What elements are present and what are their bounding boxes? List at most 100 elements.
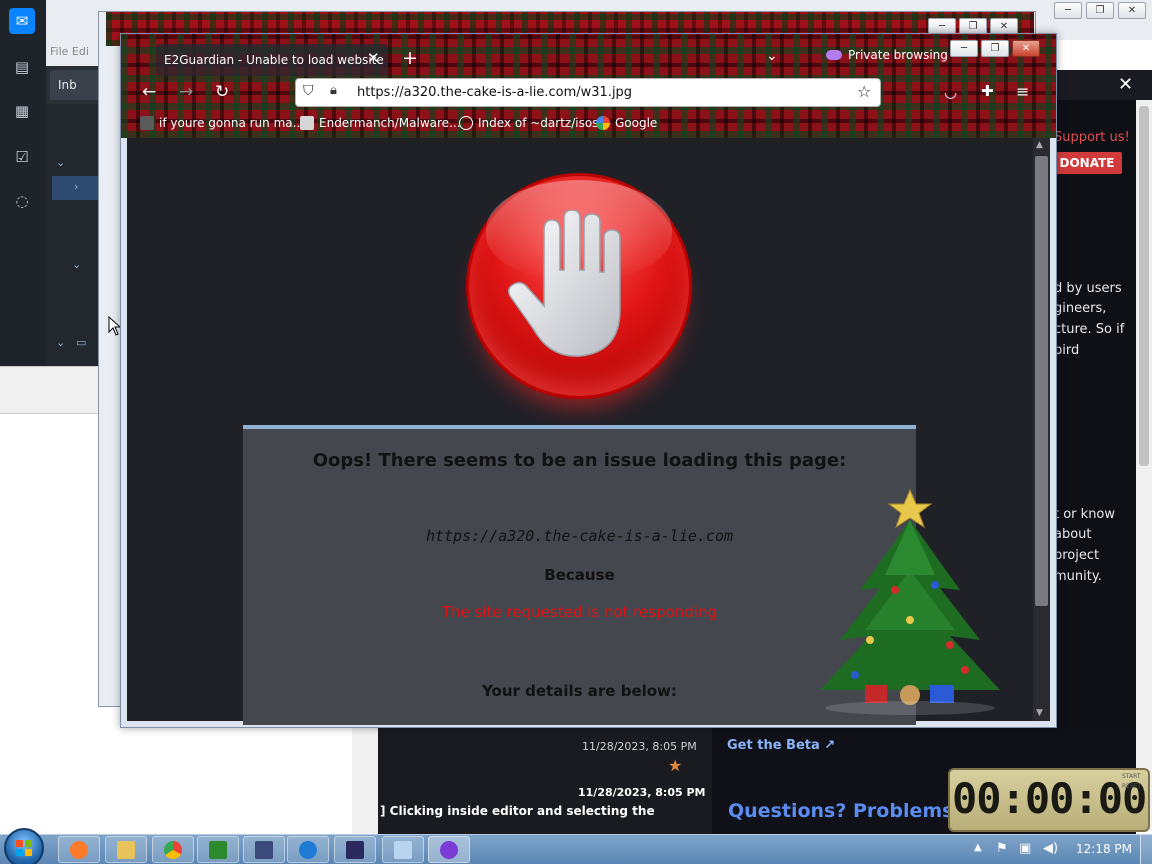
tasks-icon[interactable]: ☑ — [9, 144, 35, 170]
minimize-button[interactable]: ─ — [950, 40, 978, 57]
taskbar-terminal[interactable] — [243, 836, 285, 863]
bg-text-line: about — [1054, 527, 1092, 542]
get-beta-label: Get the Beta — [727, 738, 820, 753]
background-menubar[interactable]: File Edi — [46, 40, 106, 66]
bookmark-item[interactable]: Index of ~dartz/isos — [459, 116, 598, 130]
chat-icon[interactable]: ◌ — [9, 188, 35, 214]
bg-text-line: d by users — [1054, 281, 1122, 296]
reload-button[interactable]: ↻ — [215, 82, 229, 102]
donate-button[interactable]: DONATE — [1052, 152, 1122, 174]
stopwatch-reset-button[interactable]: RESET — [1122, 782, 1146, 792]
bookmark-item[interactable]: Endermanch/Malware... — [300, 116, 461, 130]
questions-heading: Questions? Problems — [728, 800, 954, 822]
folder-pane — [46, 104, 106, 366]
close-button[interactable]: ✕ — [1118, 2, 1146, 19]
chevron-down-icon[interactable]: ⌄ — [56, 156, 65, 169]
mouse-pointer-icon — [108, 316, 120, 336]
browser-window-controls: ─ ❐ ✕ — [950, 40, 1040, 57]
stopwatch-start-button[interactable]: START — [1122, 772, 1146, 782]
taskbar-notepad[interactable] — [382, 836, 424, 863]
bookmark-label: Index of ~dartz/isos — [478, 116, 599, 130]
calendar-icon[interactable]: ▦ — [9, 98, 35, 124]
bg-text-line: project — [1054, 548, 1100, 563]
taskbar-thunderbird[interactable] — [287, 836, 329, 863]
new-tab-button[interactable]: + — [402, 47, 418, 69]
maximize-button[interactable]: ❐ — [981, 40, 1009, 57]
bg-text-line: cture. So if — [1054, 322, 1125, 337]
list-item-title[interactable]: ] Clicking inside editor and selecting t… — [380, 804, 680, 818]
taskbar-chrome[interactable] — [152, 836, 194, 863]
bg-text-line: bird — [1054, 343, 1080, 358]
private-browsing-icon — [440, 840, 458, 859]
terminal-icon — [255, 840, 273, 859]
christmas-tree-image — [820, 488, 1000, 715]
mail-icon[interactable]: ✉ — [9, 8, 35, 34]
menu-icon[interactable]: ≡ — [1016, 82, 1029, 101]
repo-icon — [300, 116, 314, 130]
lock-icon[interactable]: 🔒︎ — [330, 83, 337, 98]
star-icon[interactable]: ★ — [668, 756, 682, 775]
bg-text-line: gineers, — [1054, 301, 1107, 316]
chevron-down-icon[interactable]: ⌄ — [766, 48, 778, 64]
bookmark-item[interactable]: Google — [596, 116, 657, 130]
network-icon[interactable]: ▣ — [1019, 841, 1031, 856]
list-item-date: 11/28/2023, 8:05 PM — [582, 740, 697, 753]
taskbar-firefox[interactable] — [58, 836, 100, 863]
background-scrollbar-thumb[interactable] — [1139, 106, 1149, 466]
private-browsing-indicator: Private browsing — [826, 46, 948, 64]
close-icon[interactable]: ✕ — [1118, 74, 1133, 95]
bookmark-item[interactable]: if youre gonna run ma... — [140, 116, 304, 130]
stop-hand-icon — [507, 210, 621, 357]
scroll-up-icon[interactable]: ▲ — [1036, 140, 1043, 150]
spaces-toolbar: ✉ ▤ ▦ ☑ ◌ — [0, 0, 46, 366]
close-button[interactable]: ✕ — [1012, 40, 1040, 57]
minimize-button[interactable]: ─ — [1054, 2, 1082, 19]
firefox-icon — [70, 840, 88, 859]
scroll-down-icon[interactable]: ▼ — [1036, 708, 1043, 718]
app-icon — [346, 840, 364, 859]
thunderbird-icon — [299, 840, 317, 859]
chevron-down-icon[interactable]: ⌄ — [72, 258, 81, 271]
close-tab-icon[interactable]: ✕ — [367, 49, 380, 67]
notepad-icon — [394, 840, 412, 859]
extensions-icon[interactable]: ✚ — [981, 82, 994, 100]
bookmark-label: Google — [615, 116, 658, 130]
background-webpage-header — [1050, 70, 1152, 102]
flag-icon[interactable]: ⚑ — [996, 841, 1008, 856]
taskbar-firefox-private[interactable] — [428, 836, 470, 863]
bookmark-star-icon[interactable]: ☆ — [857, 82, 871, 101]
background-statusarea — [0, 366, 106, 414]
globe-icon — [459, 116, 473, 130]
bookmark-label: if youre gonna run ma... — [159, 116, 305, 130]
external-link-icon: ↗ — [824, 738, 836, 753]
show-desktop-button[interactable] — [1140, 834, 1152, 864]
forward-button[interactable]: → — [179, 82, 193, 102]
back-button[interactable]: ← — [142, 82, 156, 102]
chevron-right-icon[interactable]: › — [74, 180, 78, 193]
private-mask-icon — [826, 50, 842, 60]
background-webpage-sidebar — [1050, 100, 1136, 830]
shield-icon[interactable]: ⛉ — [303, 83, 314, 99]
background-message-area — [0, 414, 98, 814]
volume-icon[interactable]: ◀) — [1043, 841, 1058, 856]
taskbar-explorer[interactable] — [105, 836, 147, 863]
get-beta-link[interactable]: Get the Beta ↗ — [727, 738, 835, 753]
taskbar-tree-app[interactable] — [197, 836, 239, 863]
url-text[interactable]: https://a320.the-cake-is-a-lie.com/w31.j… — [357, 85, 632, 100]
bg-text-line: t or know — [1054, 507, 1116, 522]
tray-expand-icon[interactable]: ▲ — [974, 842, 982, 853]
maximize-button[interactable]: ❐ — [1086, 2, 1114, 19]
private-browsing-label: Private browsing — [848, 48, 948, 62]
pocket-icon[interactable]: ◡ — [944, 83, 957, 101]
windows-logo-icon — [16, 840, 32, 856]
tab-e2guardian[interactable]: E2Guardian - Unable to load website — [156, 44, 388, 76]
taskbar-app-7[interactable] — [334, 836, 376, 863]
stopwatch-buttons: START RESET — [1122, 772, 1146, 792]
support-link[interactable]: Support us! — [1054, 130, 1130, 145]
bg-text-line: munity. — [1054, 569, 1102, 584]
bookmark-label: Endermanch/Malware... — [319, 116, 461, 130]
chevron-down-icon[interactable]: ⌄ — [56, 336, 65, 349]
address-book-icon[interactable]: ▤ — [9, 54, 35, 80]
page-scrollbar-thumb[interactable] — [1035, 156, 1048, 606]
tray-clock[interactable]: 12:18 PM — [1076, 842, 1132, 856]
